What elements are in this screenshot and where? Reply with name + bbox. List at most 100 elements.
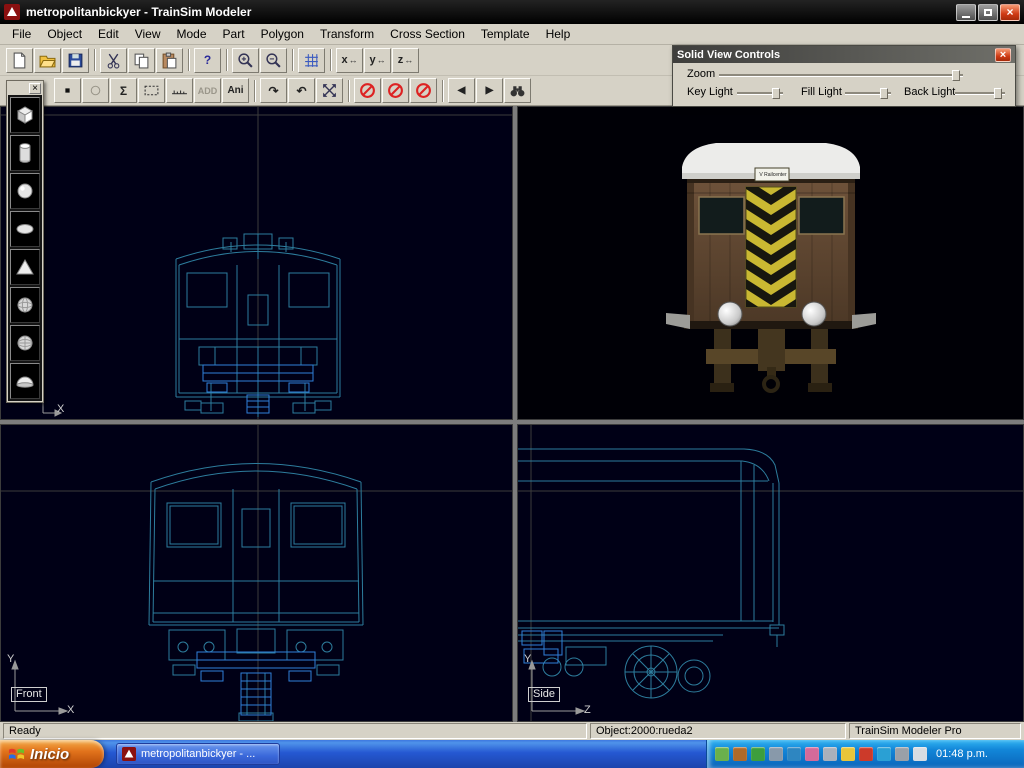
viewport-bottom-right[interactable]: Y Side Z <box>517 424 1024 722</box>
maximize-button[interactable] <box>978 4 998 21</box>
toolbar-separator <box>254 80 256 102</box>
free-transform-button[interactable] <box>316 78 343 103</box>
menu-edit[interactable]: Edit <box>90 25 127 43</box>
menu-template[interactable]: Template <box>473 25 538 43</box>
zoom-out-button[interactable] <box>260 48 287 73</box>
tray-icon[interactable] <box>769 747 783 761</box>
back-light-slider[interactable] <box>955 92 1005 95</box>
tray-icon[interactable] <box>913 747 927 761</box>
toolbar-separator <box>226 49 228 71</box>
menu-part[interactable]: Part <box>215 25 253 43</box>
viewport-top-left[interactable]: X <box>0 106 513 420</box>
axis-z-label: Z <box>584 704 591 716</box>
new-button[interactable] <box>6 48 33 73</box>
x-axis-button[interactable]: x↔ <box>336 48 363 73</box>
rotate-cw-button[interactable]: ↷ <box>260 78 287 103</box>
tray-icon[interactable] <box>859 747 873 761</box>
taskbar-clock: 01:48 p.m. <box>936 748 988 760</box>
tray-icon[interactable] <box>895 747 909 761</box>
palette-close-icon: × <box>32 83 38 94</box>
paste-button[interactable] <box>156 48 183 73</box>
save-button[interactable] <box>62 48 89 73</box>
primitive-cylinder-button[interactable] <box>10 135 40 171</box>
add-button[interactable]: ADD <box>194 78 221 103</box>
lock-z-button[interactable] <box>410 78 437 103</box>
menu-view[interactable]: View <box>127 25 169 43</box>
primitive-cube-button[interactable] <box>10 97 40 133</box>
menu-file[interactable]: File <box>4 25 39 43</box>
point-mode-button[interactable] <box>54 78 81 103</box>
key-light-thumb[interactable] <box>772 88 780 99</box>
viewport-bottom-left[interactable]: Y Front X <box>0 424 513 722</box>
taskbar-app-button[interactable]: metropolitanbickyer - ... <box>116 743 280 765</box>
svc-title-bar[interactable]: Solid View Controls × <box>673 46 1015 63</box>
tray-icon[interactable] <box>805 747 819 761</box>
fill-light-thumb[interactable] <box>880 88 888 99</box>
close-button[interactable]: × <box>1000 4 1020 21</box>
primitive-dome-button[interactable] <box>10 363 40 399</box>
circle-mode-button[interactable] <box>82 78 109 103</box>
wireframe-side <box>518 425 1024 722</box>
title-bar[interactable]: metropolitanbickyer - TrainSim Modeler × <box>0 0 1024 24</box>
viewport-top-right[interactable]: V Railcenter <box>517 106 1024 420</box>
grid-icon <box>303 52 320 69</box>
window-title: metropolitanbickyer - TrainSim Modeler <box>26 5 956 19</box>
y-axis-label: y <box>369 54 375 66</box>
cut-button[interactable] <box>100 48 127 73</box>
zoom-in-button[interactable] <box>232 48 259 73</box>
help-button[interactable]: ? <box>194 48 221 73</box>
z-axis-button[interactable]: z↔ <box>392 48 419 73</box>
fill-light-slider[interactable] <box>845 92 891 95</box>
find-button[interactable] <box>504 78 531 103</box>
wireframe-front-small <box>1 107 513 420</box>
taskbar-app-label: metropolitanbickyer - ... <box>141 748 255 760</box>
tray-icon[interactable] <box>877 747 891 761</box>
primitive-gridsphere-button[interactable] <box>10 325 40 361</box>
prohibit-icon <box>415 82 432 99</box>
palette-close-button[interactable]: × <box>29 83 41 94</box>
primitive-cone-button[interactable] <box>10 249 40 285</box>
lock-y-button[interactable] <box>382 78 409 103</box>
menu-object[interactable]: Object <box>39 25 90 43</box>
gridsphere-icon <box>13 330 37 356</box>
zoom-slider[interactable] <box>719 74 963 77</box>
play-button[interactable]: ▶ <box>476 78 503 103</box>
menu-transform[interactable]: Transform <box>312 25 382 43</box>
rotate-ccw-button[interactable]: ↶ <box>288 78 315 103</box>
y-axis-arrow-icon: ↔ <box>377 55 386 65</box>
grid-button[interactable] <box>298 48 325 73</box>
zoom-slider-thumb[interactable] <box>952 70 960 81</box>
tray-icon[interactable] <box>751 747 765 761</box>
start-button[interactable]: Inicio <box>0 740 104 768</box>
primitive-ellipsoid-button[interactable] <box>10 211 40 247</box>
lock-x-button[interactable] <box>354 78 381 103</box>
tray-icon[interactable] <box>823 747 837 761</box>
prev-icon: ◀ <box>458 85 466 96</box>
copy-button[interactable] <box>128 48 155 73</box>
svc-close-button[interactable]: × <box>995 48 1011 62</box>
open-button[interactable] <box>34 48 61 73</box>
menu-mode[interactable]: Mode <box>169 25 215 43</box>
prev-frame-button[interactable]: ◀ <box>448 78 475 103</box>
tray-icon[interactable] <box>733 747 747 761</box>
minimize-button[interactable] <box>956 4 976 21</box>
primitive-sphere-button[interactable] <box>10 173 40 209</box>
toolbar-separator <box>348 80 350 102</box>
sum-button[interactable]: Σ <box>110 78 137 103</box>
animation-button[interactable]: Ani <box>222 78 249 103</box>
tray-icon[interactable] <box>841 747 855 761</box>
menu-help[interactable]: Help <box>538 25 579 43</box>
y-axis-button[interactable]: y↔ <box>364 48 391 73</box>
dome-icon <box>13 368 37 394</box>
primitive-geosphere-button[interactable] <box>10 287 40 323</box>
menu-cross-section[interactable]: Cross Section <box>382 25 473 43</box>
selection-icon <box>143 82 160 99</box>
key-light-slider[interactable] <box>737 92 783 95</box>
select-button[interactable] <box>138 78 165 103</box>
tray-icon[interactable] <box>715 747 729 761</box>
rotate-ccw-icon: ↶ <box>296 84 306 98</box>
menu-polygon[interactable]: Polygon <box>253 25 312 43</box>
measure-button[interactable] <box>166 78 193 103</box>
back-light-thumb[interactable] <box>994 88 1002 99</box>
tray-icon[interactable] <box>787 747 801 761</box>
